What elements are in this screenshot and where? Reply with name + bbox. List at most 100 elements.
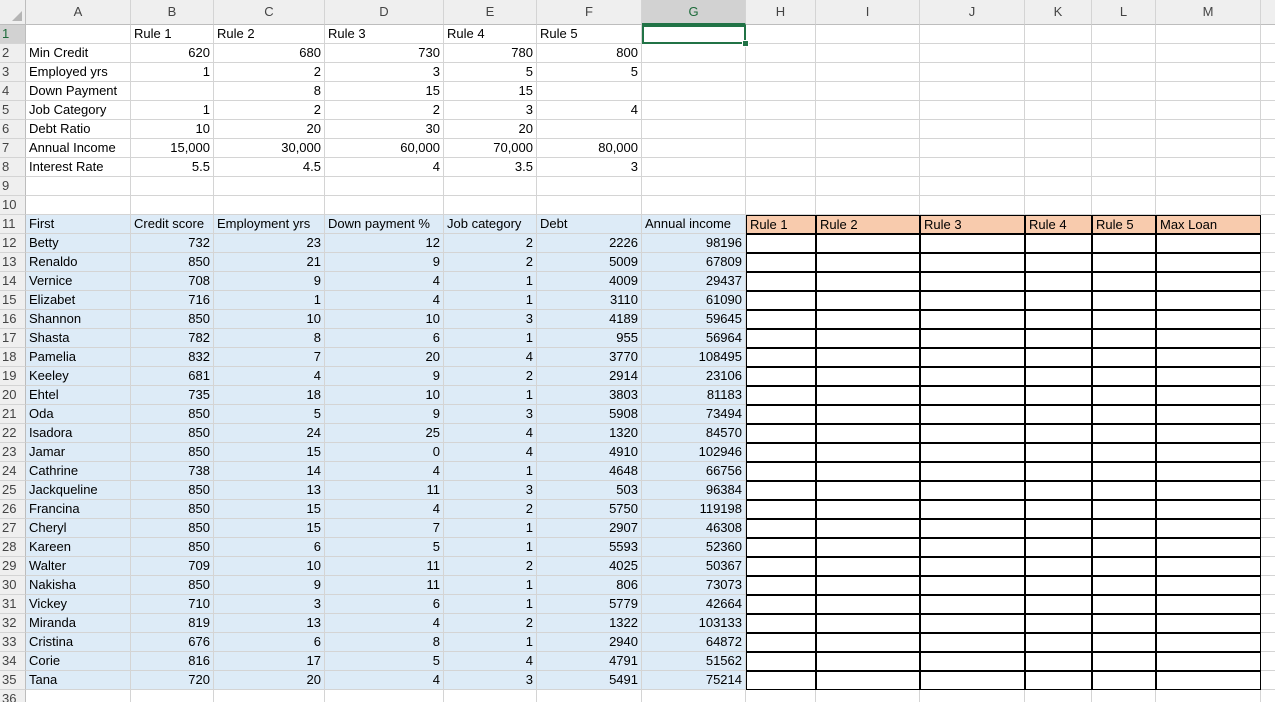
result-cell[interactable] (816, 424, 920, 443)
row-header-13[interactable]: 13 (0, 253, 26, 272)
applicant-value[interactable]: 6 (214, 633, 325, 652)
row-header-14[interactable]: 14 (0, 272, 26, 291)
spreadsheet-grid[interactable]: A B C D E F G H I J K L M 1 2 3 4 5 6 7 8 9 10 11 12 13 14 15 16 17 18… (0, 0, 1275, 702)
rule-value[interactable]: 1 (131, 63, 214, 82)
cell-n10[interactable] (1261, 196, 1275, 215)
applicant-value[interactable]: 56964 (642, 329, 746, 348)
row-header-2[interactable]: 2 (0, 44, 26, 63)
applicant-name[interactable]: Pamelia (26, 348, 131, 367)
applicant-value[interactable]: 4 (214, 367, 325, 386)
applicant-value[interactable]: 832 (131, 348, 214, 367)
applicant-value[interactable]: 81183 (642, 386, 746, 405)
applicant-column-header[interactable]: Job category (444, 215, 537, 234)
applicant-name[interactable]: Ehtel (26, 386, 131, 405)
applicant-value[interactable]: 9 (325, 367, 444, 386)
applicant-value[interactable]: 9 (325, 405, 444, 424)
column-header-g[interactable]: G (642, 0, 746, 25)
result-cell[interactable] (816, 329, 920, 348)
row-header-3[interactable]: 3 (0, 63, 26, 82)
applicant-value[interactable]: 503 (537, 481, 642, 500)
result-cell[interactable] (1092, 367, 1156, 386)
applicant-value[interactable]: 4 (325, 272, 444, 291)
applicant-name[interactable]: Miranda (26, 614, 131, 633)
result-cell[interactable] (1156, 253, 1261, 272)
result-cell[interactable] (1156, 481, 1261, 500)
cell-l2[interactable] (1092, 44, 1156, 63)
applicant-name[interactable]: Francina (26, 500, 131, 519)
applicant-value[interactable]: 13 (214, 481, 325, 500)
applicant-value[interactable]: 8 (325, 633, 444, 652)
row-header-4[interactable]: 4 (0, 82, 26, 101)
row-header-36[interactable]: 36 (0, 690, 26, 702)
result-cell[interactable] (816, 291, 920, 310)
applicant-value[interactable]: 2 (444, 500, 537, 519)
applicant-value[interactable]: 3 (444, 481, 537, 500)
result-cell[interactable] (1025, 272, 1092, 291)
result-cell[interactable] (920, 424, 1025, 443)
cell-a36[interactable] (26, 690, 131, 702)
row-header-21[interactable]: 21 (0, 405, 26, 424)
cell-n21[interactable] (1261, 405, 1275, 424)
rule-value[interactable]: 60,000 (325, 139, 444, 158)
applicant-name[interactable]: Betty (26, 234, 131, 253)
applicant-value[interactable]: 4 (325, 500, 444, 519)
result-cell[interactable] (920, 462, 1025, 481)
applicant-value[interactable]: 1 (444, 329, 537, 348)
cell-n2[interactable] (1261, 44, 1275, 63)
result-column-header[interactable]: Rule 2 (816, 215, 920, 234)
rule-value[interactable]: 5 (444, 63, 537, 82)
result-cell[interactable] (816, 500, 920, 519)
cell-n28[interactable] (1261, 538, 1275, 557)
applicant-value[interactable]: 2 (444, 234, 537, 253)
result-cell[interactable] (1156, 614, 1261, 633)
result-cell[interactable] (1092, 386, 1156, 405)
result-cell[interactable] (1025, 443, 1092, 462)
applicant-value[interactable]: 782 (131, 329, 214, 348)
cell-n31[interactable] (1261, 595, 1275, 614)
applicant-value[interactable]: 2 (444, 253, 537, 272)
cell-i9[interactable] (816, 177, 920, 196)
result-cell[interactable] (1092, 310, 1156, 329)
result-cell[interactable] (746, 614, 816, 633)
applicant-value[interactable]: 5 (214, 405, 325, 424)
cell-n34[interactable] (1261, 652, 1275, 671)
cell-j5[interactable] (920, 101, 1025, 120)
cell-n33[interactable] (1261, 633, 1275, 652)
cell-k5[interactable] (1025, 101, 1092, 120)
result-cell[interactable] (1025, 538, 1092, 557)
applicant-name[interactable]: Cheryl (26, 519, 131, 538)
result-cell[interactable] (1025, 481, 1092, 500)
row-header-9[interactable]: 9 (0, 177, 26, 196)
cell-n11[interactable] (1261, 215, 1275, 234)
row-header-22[interactable]: 22 (0, 424, 26, 443)
result-cell[interactable] (746, 576, 816, 595)
result-cell[interactable] (1092, 652, 1156, 671)
applicant-value[interactable]: 25 (325, 424, 444, 443)
applicant-name[interactable]: Corie (26, 652, 131, 671)
applicant-value[interactable]: 2 (444, 557, 537, 576)
result-column-header[interactable]: Rule 3 (920, 215, 1025, 234)
cell-h5[interactable] (746, 101, 816, 120)
result-cell[interactable] (1092, 462, 1156, 481)
applicant-value[interactable]: 1 (444, 272, 537, 291)
applicant-value[interactable]: 1 (444, 386, 537, 405)
applicant-value[interactable]: 850 (131, 538, 214, 557)
cell-l7[interactable] (1092, 139, 1156, 158)
applicant-value[interactable]: 23106 (642, 367, 746, 386)
result-cell[interactable] (746, 234, 816, 253)
cell-n16[interactable] (1261, 310, 1275, 329)
cell-m7[interactable] (1156, 139, 1261, 158)
row-header-11[interactable]: 11 (0, 215, 26, 234)
applicant-value[interactable]: 0 (325, 443, 444, 462)
result-cell[interactable] (816, 481, 920, 500)
cell-k1[interactable] (1025, 25, 1092, 44)
applicant-name[interactable]: Walter (26, 557, 131, 576)
cell-h9[interactable] (746, 177, 816, 196)
rule-value[interactable]: 20 (214, 120, 325, 139)
applicant-value[interactable]: 29437 (642, 272, 746, 291)
result-cell[interactable] (920, 234, 1025, 253)
rule-value[interactable]: 800 (537, 44, 642, 63)
result-cell[interactable] (746, 652, 816, 671)
rule-value[interactable]: 15 (444, 82, 537, 101)
rule-value[interactable]: 1 (131, 101, 214, 120)
